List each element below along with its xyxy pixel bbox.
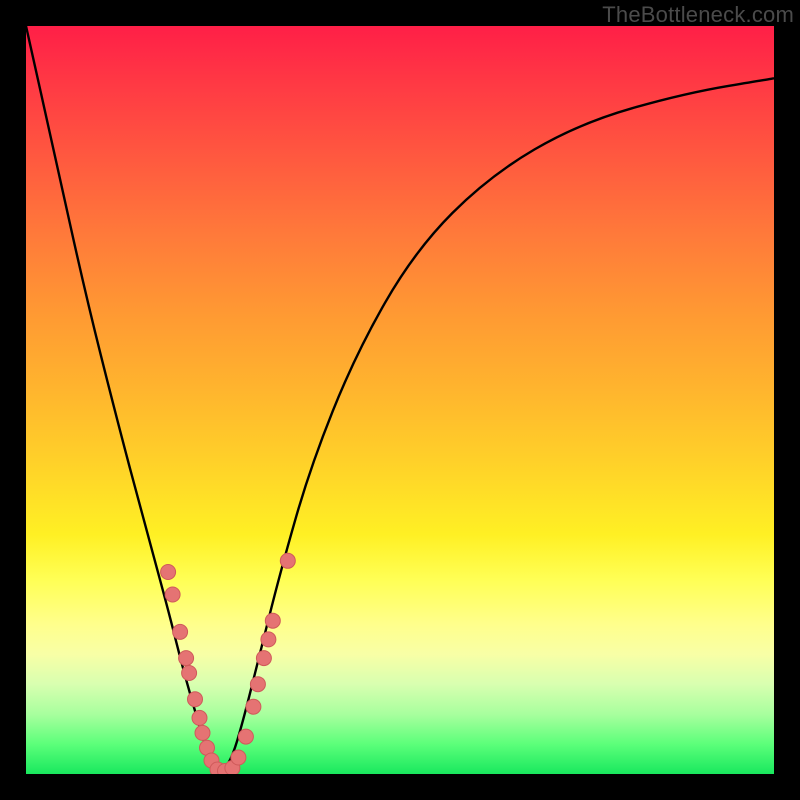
- curve-layer: [26, 26, 774, 770]
- scatter-layer: [161, 553, 296, 774]
- scatter-dot: [250, 677, 265, 692]
- scatter-dot: [179, 651, 194, 666]
- scatter-dot: [261, 632, 276, 647]
- watermark-text: TheBottleneck.com: [602, 2, 794, 28]
- scatter-dot: [161, 565, 176, 580]
- scatter-dot: [192, 710, 207, 725]
- bottleneck-curve: [26, 26, 774, 770]
- scatter-dot: [246, 699, 261, 714]
- scatter-dot: [265, 613, 280, 628]
- scatter-dot: [165, 587, 180, 602]
- scatter-dot: [188, 692, 203, 707]
- chart-frame: TheBottleneck.com: [0, 0, 800, 800]
- scatter-dot: [280, 553, 295, 568]
- chart-svg: [26, 26, 774, 774]
- scatter-dot: [195, 725, 210, 740]
- scatter-dot: [256, 651, 271, 666]
- scatter-dot: [238, 729, 253, 744]
- scatter-dot: [182, 666, 197, 681]
- plot-area: [26, 26, 774, 774]
- scatter-dot: [231, 750, 246, 765]
- scatter-dot: [173, 624, 188, 639]
